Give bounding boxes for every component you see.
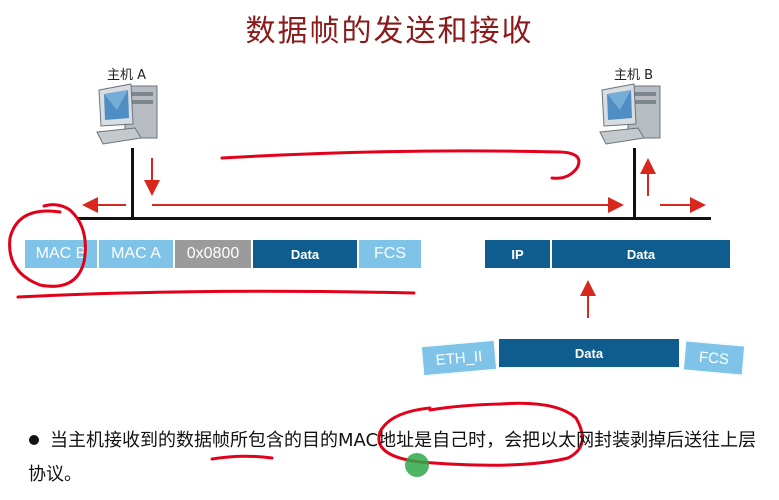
slide: 数据帧的发送和接收 主机 A 主机 B MAC B MAC A 0x0800 D…: [0, 0, 779, 500]
pen-circle-mac-b: [8, 203, 87, 288]
pen-stroke-top: [220, 149, 581, 180]
pointer-cursor-icon: [405, 453, 429, 477]
pen-underline-frame: [16, 289, 416, 299]
bullet-text: 当主机接收到的数据帧所包含的目的MAC地址是自己时，会把以太网封装剥掉后送往上层…: [28, 430, 757, 485]
